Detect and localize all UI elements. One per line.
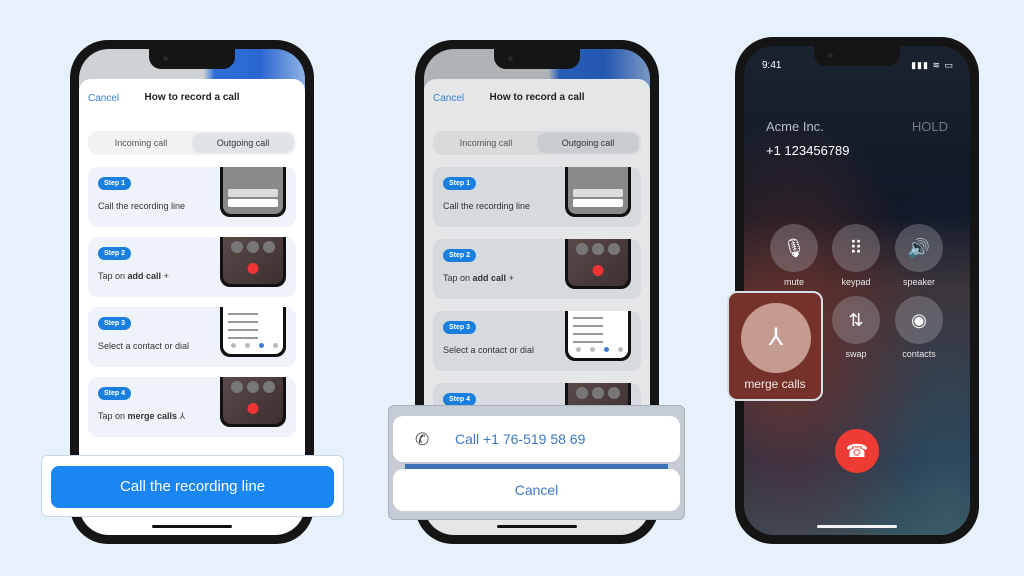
status-time: 9:41	[762, 60, 782, 71]
step-card: Step 2 Tap on add call +	[433, 239, 641, 299]
step-thumbnail	[565, 311, 631, 361]
swap-button[interactable]: ⇅ swap	[832, 296, 880, 359]
step-thumbnail	[565, 167, 631, 217]
keypad-button[interactable]: ⠿ keypad	[832, 224, 880, 287]
home-indicator	[152, 525, 232, 528]
keypad-icon: ⠿	[832, 224, 880, 272]
step-thumbnail	[565, 239, 631, 289]
step-thumbnail	[220, 167, 286, 217]
step-thumbnail	[220, 237, 286, 287]
plus-icon: +	[508, 273, 514, 283]
step-card: Step 1 Call the recording line	[88, 167, 296, 227]
step-badge: Step 3	[98, 317, 132, 330]
caller-number: +1 123456789	[766, 143, 850, 158]
notch	[149, 49, 235, 69]
call-type-segmented-control: Incoming call Outgoing call	[88, 131, 296, 155]
contacts-button[interactable]: ◉ contacts	[895, 296, 943, 359]
caller-name: Acme Inc.	[766, 119, 824, 134]
merge-calls-button[interactable]: ⅄ merge calls	[727, 291, 823, 401]
home-indicator	[497, 525, 577, 528]
step-text: Call the recording line	[98, 201, 186, 211]
call-number-label: Call +1 76-519 58 69	[455, 431, 586, 447]
tab-incoming-call[interactable]: Incoming call	[90, 133, 192, 153]
step-badge: Step 2	[443, 249, 477, 262]
step-badge: Step 2	[98, 247, 132, 260]
home-indicator	[817, 525, 897, 528]
speaker-button[interactable]: 🔊 speaker	[895, 224, 943, 287]
tab-outgoing-call[interactable]: Outgoing call	[537, 133, 639, 153]
step-thumbnail	[220, 307, 286, 357]
mute-button[interactable]: 🎙 mute	[770, 224, 818, 287]
call-action-sheet: ✆ Call +1 76-519 58 69 Cancel	[388, 405, 685, 520]
step-text: Select a contact or dial	[443, 345, 535, 355]
merge-icon: ⅄	[741, 303, 811, 373]
step-text: Call the recording line	[443, 201, 531, 211]
sheet-title: How to record a call	[489, 92, 585, 103]
notch	[494, 49, 580, 69]
mute-icon: 🎙	[770, 224, 818, 272]
step-text: Tap on add call +	[443, 273, 514, 283]
call-recording-line-button[interactable]: Call the recording line	[51, 466, 334, 508]
tab-outgoing-call[interactable]: Outgoing call	[192, 133, 294, 153]
call-number-option[interactable]: ✆ Call +1 76-519 58 69	[393, 416, 680, 462]
step-badge: Step 1	[443, 177, 477, 190]
speaker-icon: 🔊	[895, 224, 943, 272]
end-call-button[interactable]: ☎	[835, 429, 879, 473]
step-card: Step 4 Tap on merge calls ⅄	[88, 377, 296, 437]
contacts-icon: ◉	[895, 296, 943, 344]
step-badge: Step 4	[98, 387, 132, 400]
step-card: Step 3 Select a contact or dial	[88, 307, 296, 367]
plus-icon: +	[163, 271, 169, 281]
step-card: Step 2 Tap on add call +	[88, 237, 296, 297]
step-badge: Step 1	[98, 177, 132, 190]
phone-icon: ✆	[415, 430, 430, 449]
swap-icon: ⇅	[832, 296, 880, 344]
step-thumbnail	[220, 377, 286, 427]
sheet-title: How to record a call	[144, 92, 240, 103]
tab-incoming-call[interactable]: Incoming call	[435, 133, 537, 153]
step-text: Tap on merge calls ⅄	[98, 411, 186, 421]
call-type-segmented-control: Incoming call Outgoing call	[433, 131, 641, 155]
hang-up-icon: ☎	[845, 441, 869, 461]
step-card: Step 3 Select a contact or dial	[433, 311, 641, 371]
hold-status: HOLD	[911, 119, 948, 134]
step-text: Select a contact or dial	[98, 341, 190, 351]
merge-icon: ⅄	[179, 411, 186, 421]
step-badge: Step 3	[443, 321, 477, 334]
status-icons: ▮▮▮ ≋ ▭	[911, 60, 954, 70]
cancel-button[interactable]: Cancel	[393, 469, 680, 511]
notch	[814, 46, 900, 66]
step-text: Tap on add call +	[98, 271, 169, 281]
step-card: Step 1 Call the recording line	[433, 167, 641, 227]
call-recording-line-panel: Call the recording line	[41, 455, 344, 517]
merge-calls-label: merge calls	[744, 377, 806, 391]
